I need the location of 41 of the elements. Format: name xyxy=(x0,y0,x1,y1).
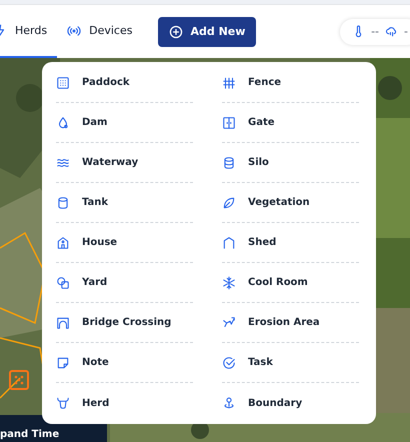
menu-item[interactable]: Silo xyxy=(222,143,359,183)
menu-item[interactable]: Paddock xyxy=(56,63,193,103)
menu-item[interactable]: Bridge Crossing xyxy=(56,303,193,343)
menu-item[interactable]: Erosion Area xyxy=(222,303,359,343)
menu-item[interactable]: Vegetation xyxy=(222,183,359,223)
menu-item[interactable]: Shed xyxy=(222,223,359,263)
menu-item[interactable]: Gate xyxy=(222,103,359,143)
cow-icon xyxy=(56,396,70,410)
nav-tab[interactable]: Devices xyxy=(57,5,142,58)
rain-cloud-icon xyxy=(385,25,398,38)
double-door-icon xyxy=(222,116,236,130)
menu-item[interactable]: Note xyxy=(56,343,193,383)
cylinder-icon xyxy=(222,156,236,170)
shed-icon xyxy=(222,236,236,250)
menu-item[interactable]: Fence xyxy=(222,63,359,103)
fence-icon xyxy=(222,76,236,90)
menu-item[interactable]: Yard xyxy=(56,263,193,303)
location-pin-icon xyxy=(222,396,236,410)
grid-square-icon xyxy=(56,76,70,90)
temperature-value: -- xyxy=(371,25,380,38)
overlapping-shapes-icon xyxy=(56,276,70,290)
zigzag-arrow-icon xyxy=(222,316,236,330)
signal-icon xyxy=(67,24,82,38)
menu-item[interactable]: Cool Room xyxy=(222,263,359,303)
house-icon xyxy=(56,236,70,250)
add-new-button[interactable]: Add New xyxy=(158,16,256,46)
rainfall-value: - xyxy=(404,25,408,38)
cylinder-icon xyxy=(56,196,70,210)
note-icon xyxy=(56,356,70,370)
plus-circle-icon xyxy=(169,24,184,38)
menu-item[interactable]: Boundary xyxy=(222,383,359,423)
menu-item[interactable]: Tank xyxy=(56,183,193,223)
leaf-icon xyxy=(222,196,236,210)
menu-item[interactable]: Waterway xyxy=(56,143,193,183)
arch-icon xyxy=(56,316,70,330)
snowflake-icon xyxy=(222,276,236,290)
menu-item[interactable]: Dam xyxy=(56,103,193,143)
paddock-marker-icon[interactable] xyxy=(9,370,29,390)
menu-item[interactable]: House xyxy=(56,223,193,263)
droplet-icon xyxy=(56,116,70,130)
menu-item[interactable]: Task xyxy=(222,343,359,383)
